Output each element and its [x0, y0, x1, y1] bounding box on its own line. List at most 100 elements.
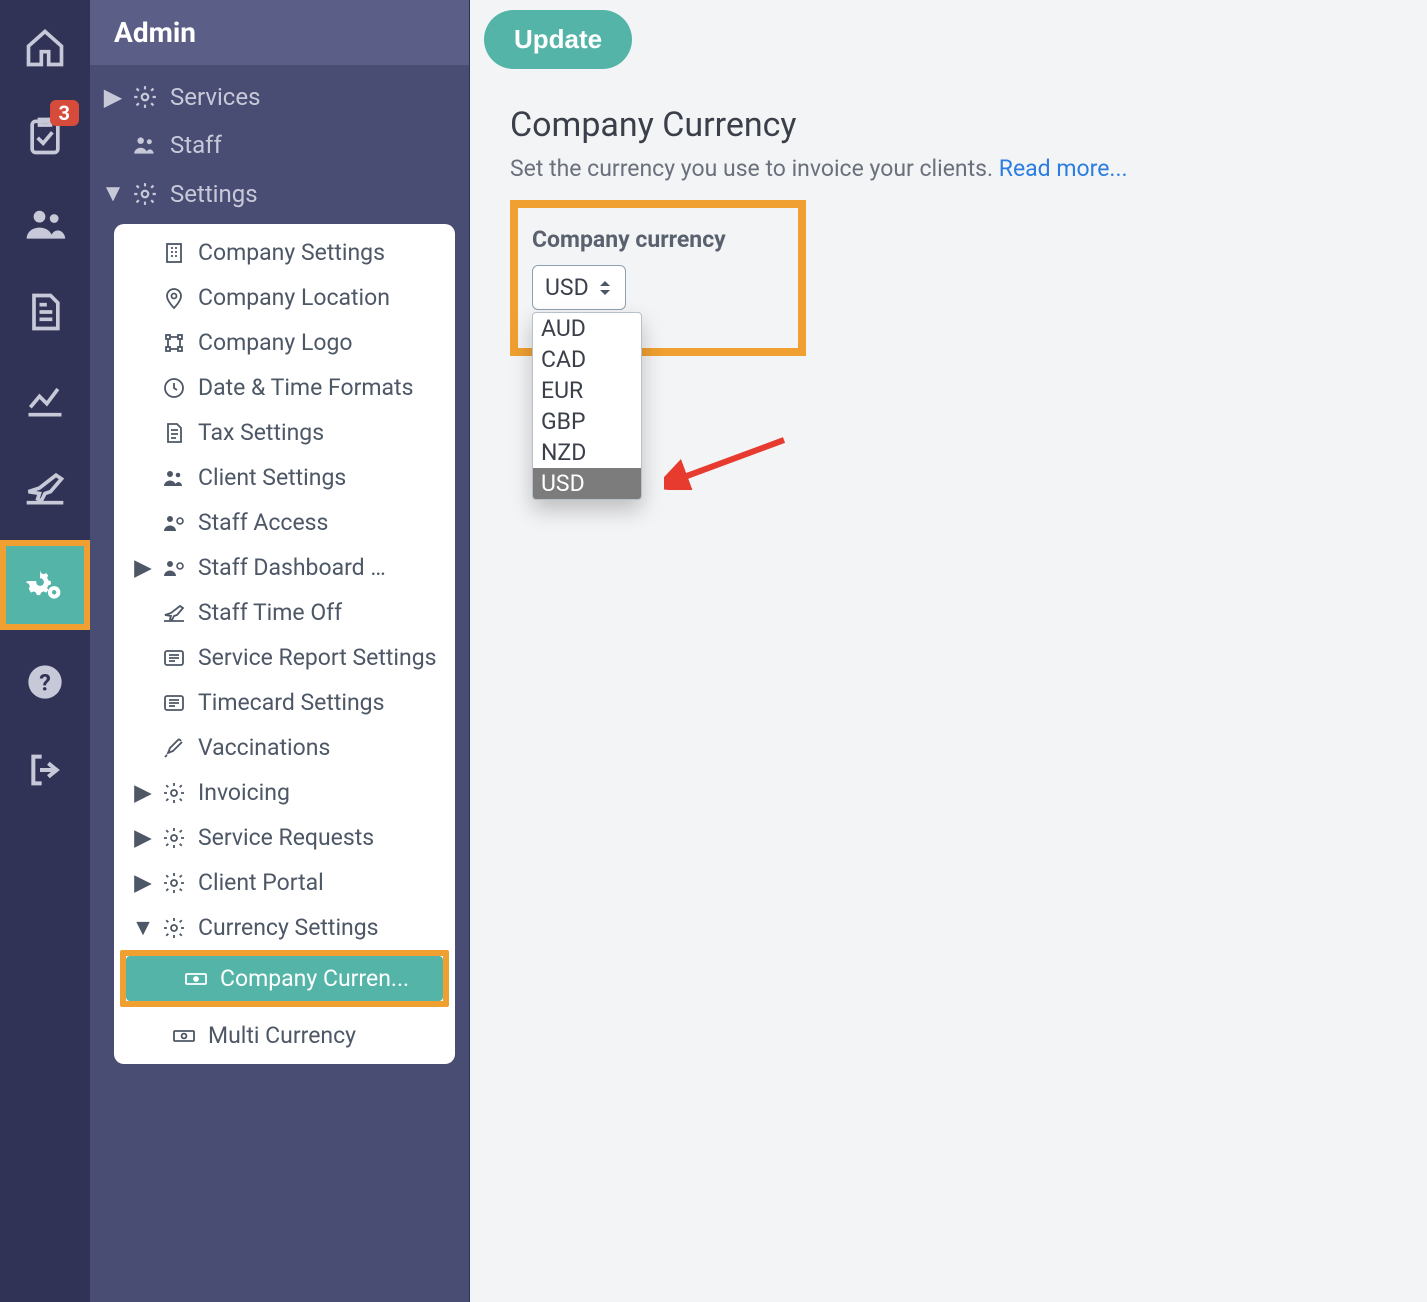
sidepanel: Admin ▶ Services Staff ▼ Settings Compan…	[90, 0, 470, 1302]
highlight-company-currency: Company Curren...	[120, 950, 449, 1007]
nav-timeoff[interactable]	[15, 458, 75, 518]
tree-label: Settings	[170, 180, 258, 208]
item-multi-currency[interactable]: Multi Currency	[114, 1013, 455, 1058]
tasks-badge: 3	[50, 100, 79, 126]
sort-icon	[597, 278, 613, 298]
currency-dropdown: AUD CAD EUR GBP NZD USD	[532, 312, 642, 500]
item-staff-time-off[interactable]: Staff Time Off	[114, 590, 455, 635]
nav-tasks[interactable]: 3	[15, 106, 75, 166]
item-label: Date & Time Formats	[198, 374, 413, 401]
item-timecard[interactable]: Timecard Settings	[114, 680, 455, 725]
currency-option-selected[interactable]: USD	[533, 468, 641, 499]
tree-settings[interactable]: ▼ Settings	[90, 169, 469, 218]
tree-label: Staff	[170, 131, 222, 159]
item-vaccinations[interactable]: Vaccinations	[114, 725, 455, 770]
nav-home[interactable]	[15, 18, 75, 78]
caret-down-icon: ▼	[136, 914, 150, 941]
users-cog-icon	[162, 556, 186, 580]
main-content: Company Currency Set the currency you us…	[470, 69, 1427, 392]
users-icon	[23, 202, 67, 246]
update-button[interactable]: Update	[484, 10, 632, 69]
settings-subtree: Company Settings Company Location Compan…	[114, 224, 455, 1064]
item-label: Client Settings	[198, 464, 346, 491]
nav-logout[interactable]	[15, 740, 75, 800]
gear-icon	[132, 84, 158, 110]
item-currency-settings[interactable]: ▼ Currency Settings	[114, 905, 455, 950]
currency-option[interactable]: NZD	[533, 437, 641, 468]
item-staff-access[interactable]: Staff Access	[114, 500, 455, 545]
help-icon: ?	[25, 662, 65, 702]
item-label: Staff Access	[198, 509, 328, 536]
currency-option[interactable]: GBP	[533, 406, 641, 437]
chart-line-icon	[23, 378, 67, 422]
read-more-link[interactable]: Read more...	[999, 155, 1128, 182]
item-label: Company Curren...	[220, 965, 409, 992]
gear-icon	[132, 181, 158, 207]
syringe-icon	[162, 736, 186, 760]
item-label: Invoicing	[198, 779, 290, 806]
nav-help[interactable]: ?	[15, 652, 75, 712]
plane-departure-icon	[162, 601, 186, 625]
nav-reports[interactable]	[15, 370, 75, 430]
item-label: Staff Time Off	[198, 599, 342, 626]
item-label: Client Portal	[198, 869, 324, 896]
currency-field-label: Company currency	[532, 226, 784, 253]
plane-departure-icon	[23, 466, 67, 510]
gear-icon	[162, 781, 186, 805]
item-client-portal[interactable]: ▶ Client Portal	[114, 860, 455, 905]
tree-label: Services	[170, 83, 260, 111]
item-staff-dashboard[interactable]: ▶ Staff Dashboard & M...	[114, 545, 455, 590]
gears-icon	[23, 563, 67, 607]
item-label: Tax Settings	[198, 419, 324, 446]
item-invoicing[interactable]: ▶ Invoicing	[114, 770, 455, 815]
item-date-time[interactable]: Date & Time Formats	[114, 365, 455, 410]
item-service-report[interactable]: Service Report Settings	[114, 635, 455, 680]
nav-users[interactable]	[15, 194, 75, 254]
caret-right-icon: ▶	[136, 779, 150, 806]
item-company-settings[interactable]: Company Settings	[114, 230, 455, 275]
item-label: Company Location	[198, 284, 390, 311]
item-label: Timecard Settings	[198, 689, 384, 716]
list-icon	[162, 646, 186, 670]
currency-option[interactable]: AUD	[533, 313, 641, 344]
item-label: Service Requests	[198, 824, 374, 851]
main: Update Company Currency Set the currency…	[470, 0, 1427, 1302]
currency-select[interactable]: USD	[532, 265, 626, 310]
item-tax-settings[interactable]: Tax Settings	[114, 410, 455, 455]
tree-services[interactable]: ▶ Services	[90, 73, 469, 121]
arrow-icon	[664, 434, 794, 490]
item-label: Company Settings	[198, 239, 385, 266]
item-company-location[interactable]: Company Location	[114, 275, 455, 320]
users-icon	[132, 132, 158, 158]
item-service-requests[interactable]: ▶ Service Requests	[114, 815, 455, 860]
gear-icon	[162, 871, 186, 895]
item-label: Service Report Settings	[198, 644, 437, 671]
item-label: Company Logo	[198, 329, 353, 356]
map-pin-icon	[162, 286, 186, 310]
annotation-arrow	[664, 434, 794, 494]
vector-square-icon	[162, 331, 186, 355]
file-icon	[162, 421, 186, 445]
money-bill-icon	[184, 967, 208, 991]
item-label: Vaccinations	[198, 734, 330, 761]
item-company-logo[interactable]: Company Logo	[114, 320, 455, 365]
home-icon	[23, 26, 67, 70]
currency-highlight-box: Company currency USD AUD CAD EUR GBP NZD…	[510, 200, 806, 356]
nav-admin[interactable]	[0, 540, 90, 630]
nav-docs[interactable]	[15, 282, 75, 342]
item-label: Currency Settings	[198, 914, 379, 941]
tree-staff[interactable]: Staff	[90, 121, 469, 169]
gear-icon	[162, 916, 186, 940]
currency-option[interactable]: EUR	[533, 375, 641, 406]
logout-icon	[25, 750, 65, 790]
users-cog-icon	[162, 511, 186, 535]
currency-option[interactable]: CAD	[533, 344, 641, 375]
item-client-settings[interactable]: Client Settings	[114, 455, 455, 500]
currency-selected: USD	[545, 274, 589, 301]
page-subtitle: Set the currency you use to invoice your…	[510, 155, 1387, 182]
item-label: Multi Currency	[208, 1022, 356, 1049]
item-company-currency[interactable]: Company Curren...	[126, 956, 443, 1001]
caret-right-icon: ▶	[136, 554, 150, 581]
clock-icon	[162, 376, 186, 400]
svg-text:?: ?	[39, 668, 51, 696]
